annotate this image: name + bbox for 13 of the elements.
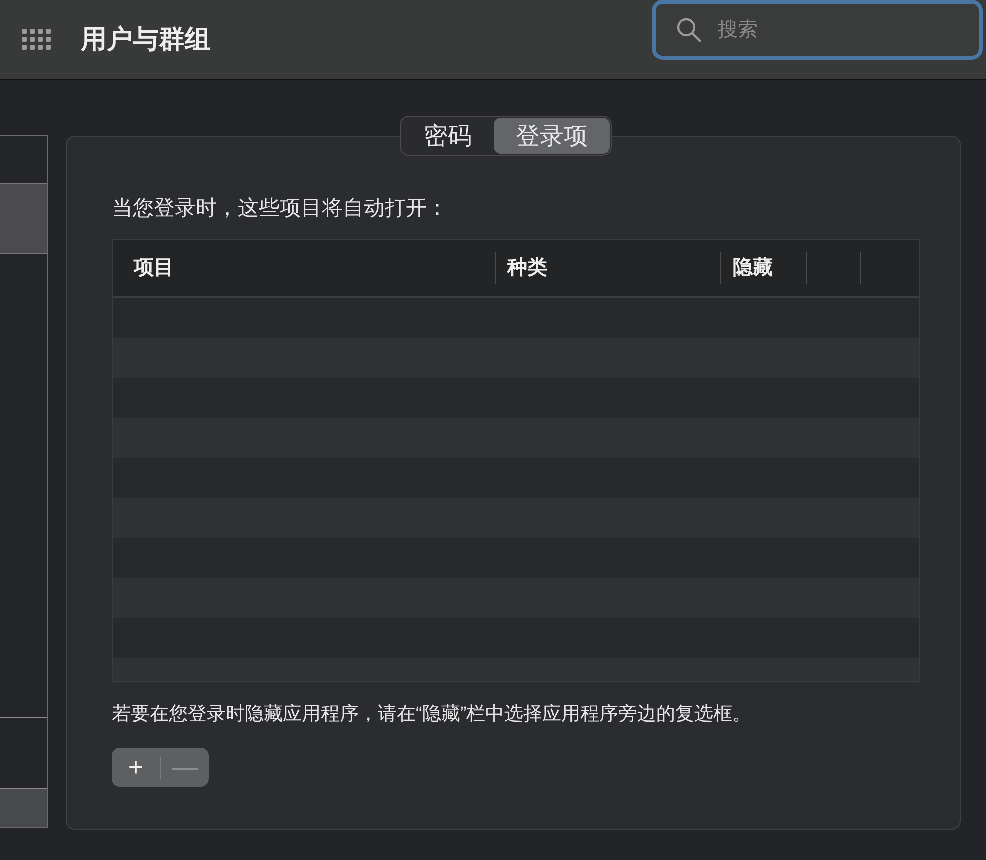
caption: 当您登录时，这些项目将自动打开：	[112, 196, 449, 222]
window-title: 用户与群组	[81, 23, 212, 56]
column-header[interactable]: 种类	[494, 252, 720, 284]
add-button[interactable]: +	[112, 748, 160, 787]
tab[interactable]: 密码	[402, 118, 494, 154]
tab[interactable]: 登录项	[494, 118, 610, 154]
column-header[interactable]: 隐藏	[720, 252, 806, 284]
search-field[interactable]: 搜索	[652, 0, 983, 60]
sidebar-footer	[0, 789, 47, 827]
search-icon	[676, 17, 702, 43]
apps-grid-icon[interactable]	[22, 29, 51, 50]
column-header[interactable]: 项目	[113, 252, 495, 284]
hint-text: 若要在您登录时隐藏应用程序，请在“隐藏”栏中选择应用程序旁边的复选框。	[112, 703, 753, 727]
